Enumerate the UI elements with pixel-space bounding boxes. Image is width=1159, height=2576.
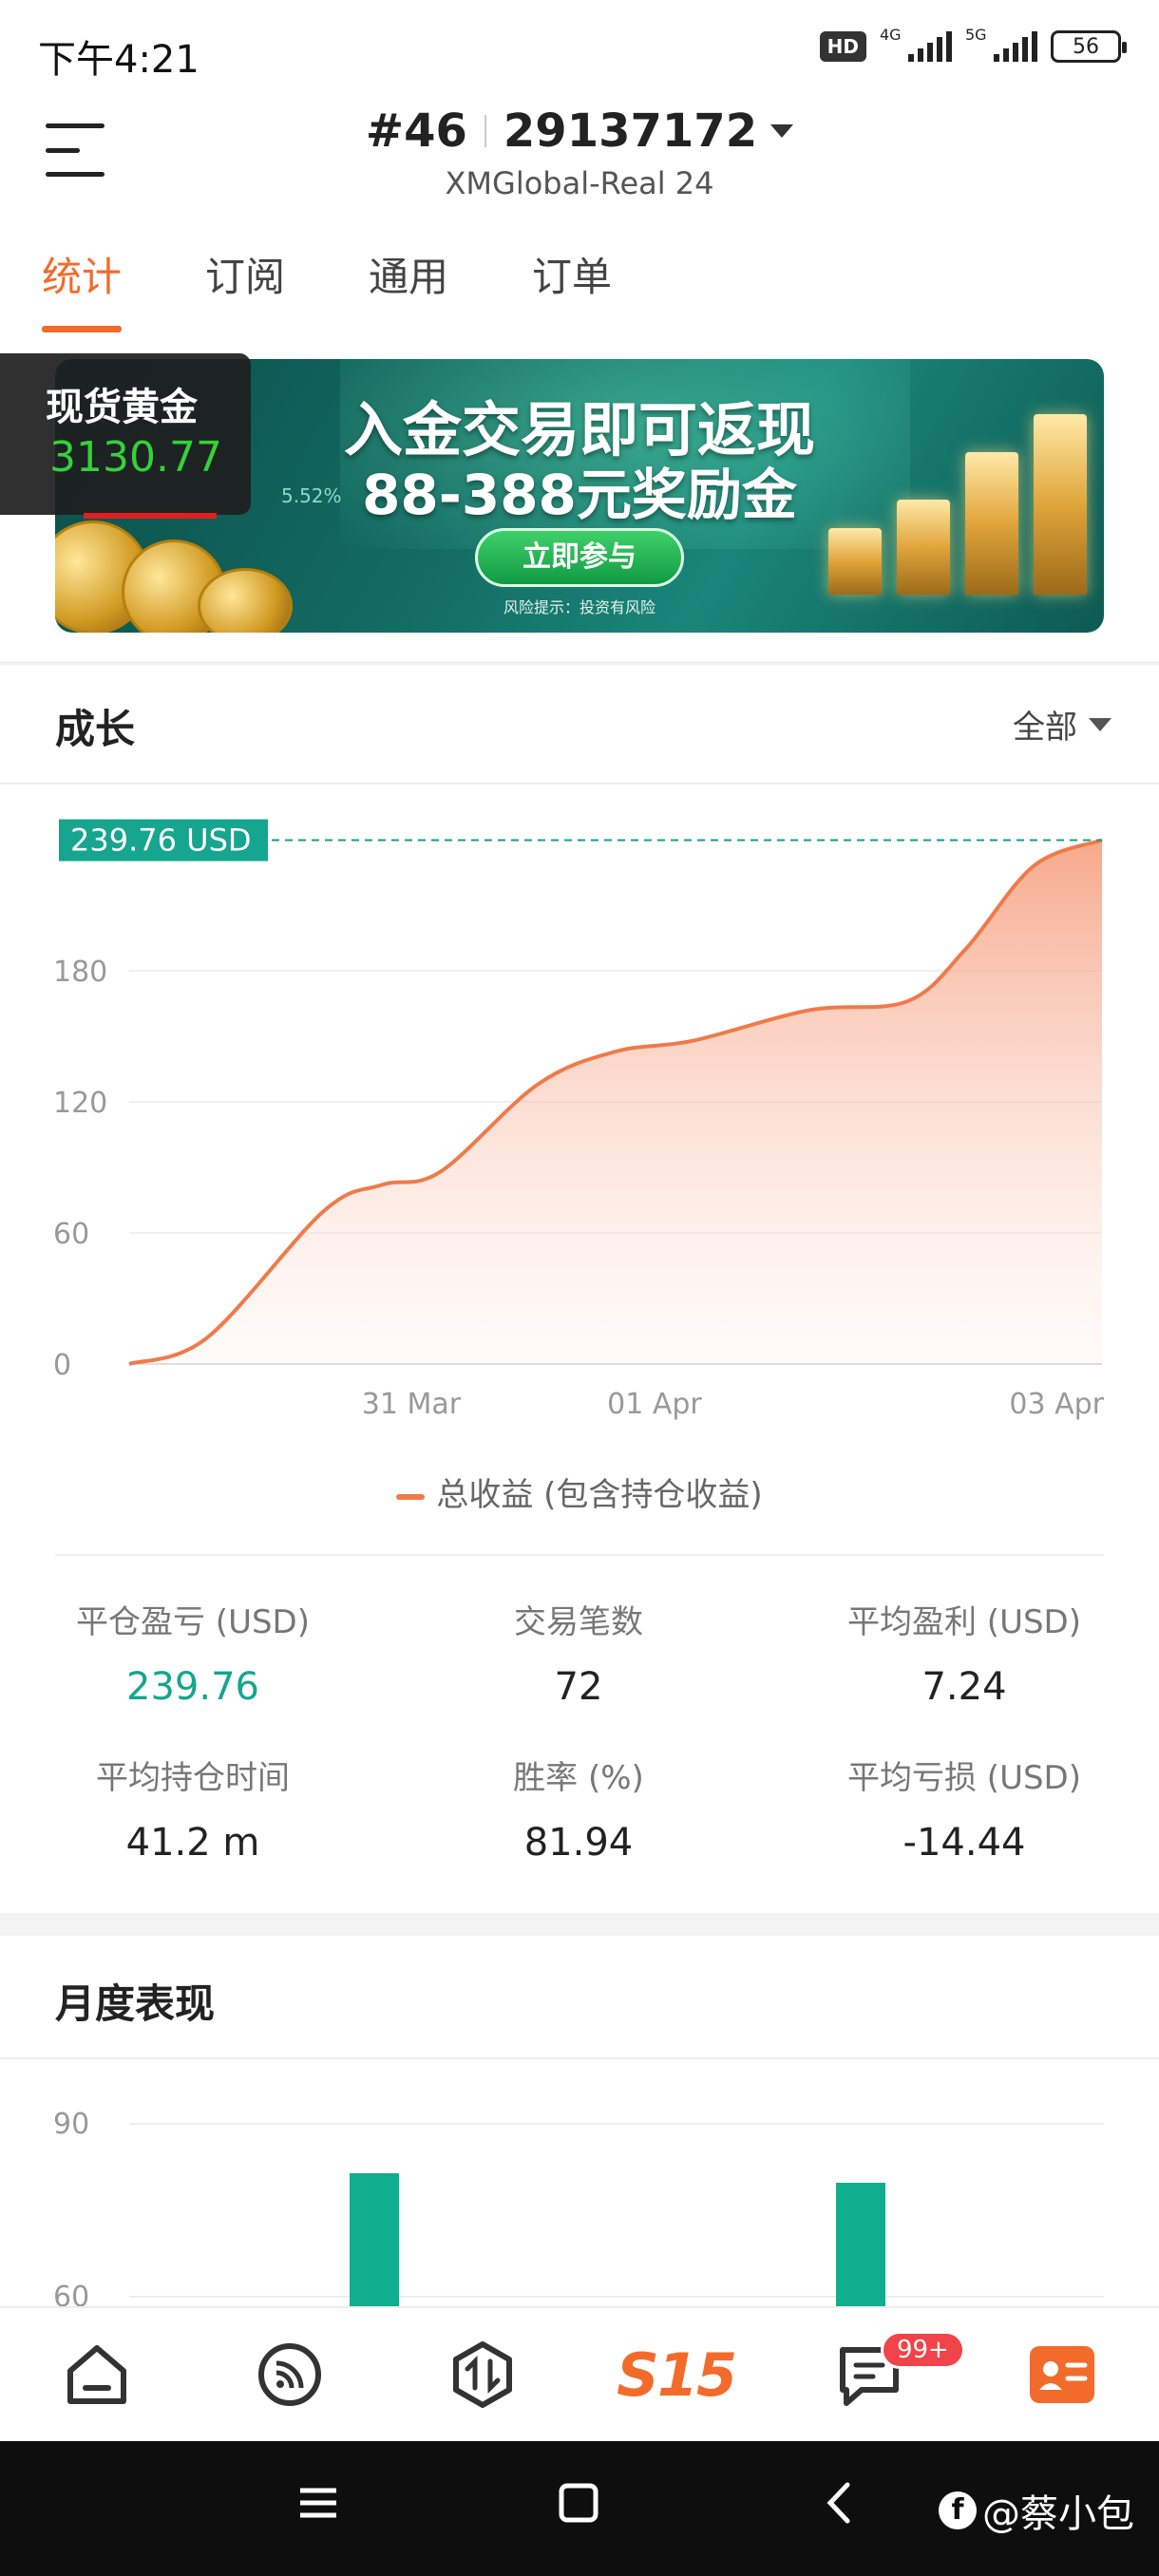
nav-s15[interactable]: S15 [617, 2327, 737, 2422]
signal-5g-icon: 5G [965, 26, 1037, 62]
divider [0, 1913, 1159, 1936]
ticker-price: 3130.77 [49, 433, 222, 482]
account-selector[interactable]: #46 29137172 XMGlobal-Real 24 [0, 104, 1159, 201]
app-header: #46 29137172 XMGlobal-Real 24 [0, 95, 1159, 218]
profile-icon [1030, 2346, 1095, 2403]
message-badge: 99+ [880, 2331, 965, 2369]
nav-trade[interactable] [435, 2327, 530, 2422]
home-button[interactable] [555, 2479, 602, 2530]
bottom-nav: S15 99+ [0, 2306, 1159, 2441]
divider [55, 1554, 1104, 1556]
stat-value: 81.94 [523, 1821, 634, 1865]
period-filter[interactable]: 全部 [1013, 701, 1112, 748]
monthly-chart: 90 60 [0, 2080, 1159, 2316]
status-bar: 下午4:21 HD 4G 5G 56 [0, 0, 1159, 95]
home-icon [66, 2345, 126, 2404]
stat-win-rate: 胜率 (%) 81.94 [386, 1752, 771, 1865]
tab-subscribe[interactable]: 订阅 [205, 237, 285, 332]
account-id: 29137172 [503, 104, 758, 158]
watermark-logo: f [939, 2491, 977, 2529]
join-button[interactable]: 立即参与 [475, 528, 684, 587]
y-tick-label: 120 [53, 1087, 107, 1120]
y-tick-label: 90 [53, 2108, 89, 2141]
s15-logo: S15 [617, 2339, 737, 2410]
stat-trade-count: 交易笔数 72 [386, 1596, 771, 1709]
nav-messages[interactable]: 99+ [822, 2327, 965, 2422]
stat-label: 平均亏损 (USD) [847, 1759, 1081, 1797]
monthly-title: 月度表现 [55, 1980, 216, 2027]
x-tick-label: 01 Apr [607, 1388, 702, 1421]
stat-avg-profit: 平均盈利 (USD) 7.24 [771, 1596, 1157, 1709]
nav-feed[interactable] [242, 2327, 337, 2422]
server-name: XMGlobal-Real 24 [445, 165, 714, 201]
growth-chart-svg: 239.76 USD 0 60 120 180 31 Mar 01 Apr 03 Apr [53, 819, 1105, 1421]
status-icons: HD 4G 5G 56 [819, 26, 1127, 63]
watermark-text: @蔡小包 [982, 2492, 1134, 2536]
stat-value: 41.2 m [125, 1821, 260, 1865]
divider [0, 661, 1159, 665]
network-label: 4G [880, 26, 902, 44]
tab-bar: 统计 订阅 通用 订单 [0, 237, 1159, 332]
growth-chart: 239.76 USD 0 60 120 180 31 Mar 01 Apr 03 Apr [0, 817, 1159, 1444]
legend-swatch [396, 1493, 426, 1500]
network-label: 5G [965, 26, 987, 44]
feed-icon [257, 2343, 321, 2406]
tab-orders[interactable]: 订单 [532, 237, 612, 332]
gold-ticker[interactable]: 现货黄金 3130.77 [0, 353, 251, 519]
clock: 下午4:21 [38, 38, 200, 82]
nav-profile[interactable] [1015, 2327, 1110, 2422]
signal-4g-icon: 4G [880, 26, 952, 62]
square-icon [559, 2483, 598, 2523]
ticker-name: 现货黄金 [46, 386, 198, 429]
stat-label: 平均持仓时间 [96, 1759, 290, 1797]
monthly-chart-svg: 90 60 [53, 2108, 1104, 2316]
y-tick-label: 0 [53, 1349, 71, 1382]
month-bar [836, 2183, 885, 2316]
menu-lines-icon [300, 2488, 336, 2518]
stat-value: 7.24 [922, 1665, 1007, 1709]
account-number: #46 [365, 104, 467, 158]
system-nav-bar: f @蔡小包 [0, 2441, 1159, 2576]
x-tick-label: 03 Apr [1009, 1388, 1104, 1421]
hd-icon: HD [819, 31, 866, 62]
dropdown-caret-icon [770, 124, 794, 138]
current-value-label: 239.76 USD [70, 823, 252, 859]
risk-note: 风险提示：投资有风险 [503, 598, 656, 616]
stat-avg-hold-time: 平均持仓时间 41.2 m [0, 1752, 386, 1865]
y-tick-label: 60 [53, 2281, 89, 2308]
tab-statistics[interactable]: 统计 [42, 237, 123, 332]
legend-label: 总收益 (包含持仓收益) [436, 1476, 763, 1514]
month-bar [350, 2173, 399, 2316]
ticker-underline [84, 513, 217, 519]
growth-title: 成长 [55, 706, 136, 752]
x-tick-label: 31 Mar [362, 1388, 462, 1421]
stat-value: 239.76 [126, 1665, 259, 1709]
y-tick-label: 60 [53, 1218, 89, 1251]
stat-avg-loss: 平均亏损 (USD) -14.44 [771, 1752, 1157, 1865]
chart-legend: 总收益 (包含持仓收益) [0, 1468, 1159, 1515]
stat-closed-pnl: 平仓盈亏 (USD) 239.76 [0, 1596, 386, 1709]
nav-home[interactable] [49, 2327, 144, 2422]
stat-label: 胜率 (%) [513, 1759, 644, 1797]
stat-value: 72 [554, 1665, 603, 1709]
tab-general[interactable]: 通用 [369, 237, 448, 332]
stat-value: -14.44 [902, 1821, 1026, 1865]
stat-label: 平均盈利 (USD) [847, 1603, 1081, 1641]
stat-label: 交易笔数 [514, 1603, 643, 1641]
stat-label: 平仓盈亏 (USD) [76, 1603, 310, 1641]
battery-icon: 56 [1051, 30, 1127, 63]
back-chevron-icon [826, 2482, 850, 2524]
back-button[interactable] [817, 2479, 864, 2530]
divider [0, 783, 1159, 785]
recent-apps-button[interactable] [294, 2479, 342, 2530]
period-filter-label: 全部 [1013, 709, 1077, 747]
watermark: f @蔡小包 [939, 2483, 1134, 2538]
chevron-down-icon [1089, 717, 1112, 731]
separator [484, 115, 486, 147]
trade-icon [453, 2341, 513, 2408]
divider [0, 2057, 1159, 2059]
y-tick-label: 180 [53, 956, 107, 989]
